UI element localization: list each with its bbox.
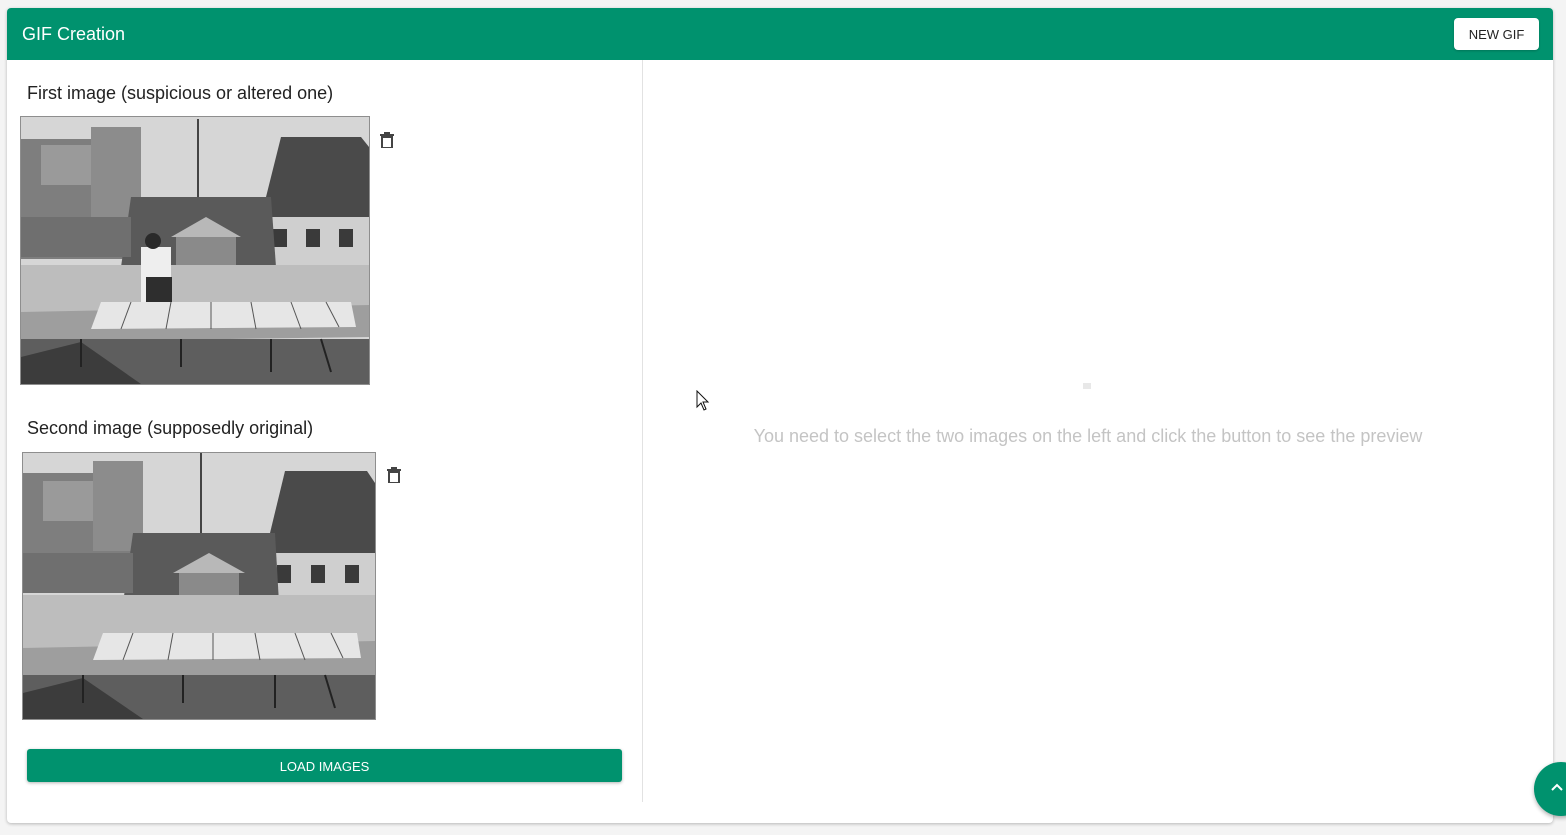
page-title: GIF Creation xyxy=(22,24,126,44)
mouse-pointer-icon xyxy=(696,390,710,411)
image-inputs-panel: First image (suspicious or altered one) xyxy=(7,60,642,823)
app-bar: GIF Creation NEW GIF xyxy=(7,8,1553,60)
broken-image-icon xyxy=(1083,383,1091,389)
first-image-label: First image (suspicious or altered one) xyxy=(27,83,334,103)
new-gif-button[interactable]: NEW GIF xyxy=(1454,18,1539,50)
second-image-preview xyxy=(22,452,376,720)
delete-second-image-trash-icon[interactable] xyxy=(387,467,401,483)
first-image-preview xyxy=(20,116,370,385)
gif-creation-card: GIF Creation NEW GIF First image (suspic… xyxy=(7,8,1553,823)
second-image-label: Second image (supposedly original) xyxy=(27,418,314,438)
chevron-up-icon xyxy=(1551,783,1563,791)
load-images-button[interactable]: LOAD IMAGES xyxy=(27,749,622,782)
preview-panel: You need to select the two images on the… xyxy=(643,60,1553,823)
preview-placeholder-text: You need to select the two images on the… xyxy=(753,426,1423,446)
delete-first-image-trash-icon[interactable] xyxy=(380,132,394,148)
